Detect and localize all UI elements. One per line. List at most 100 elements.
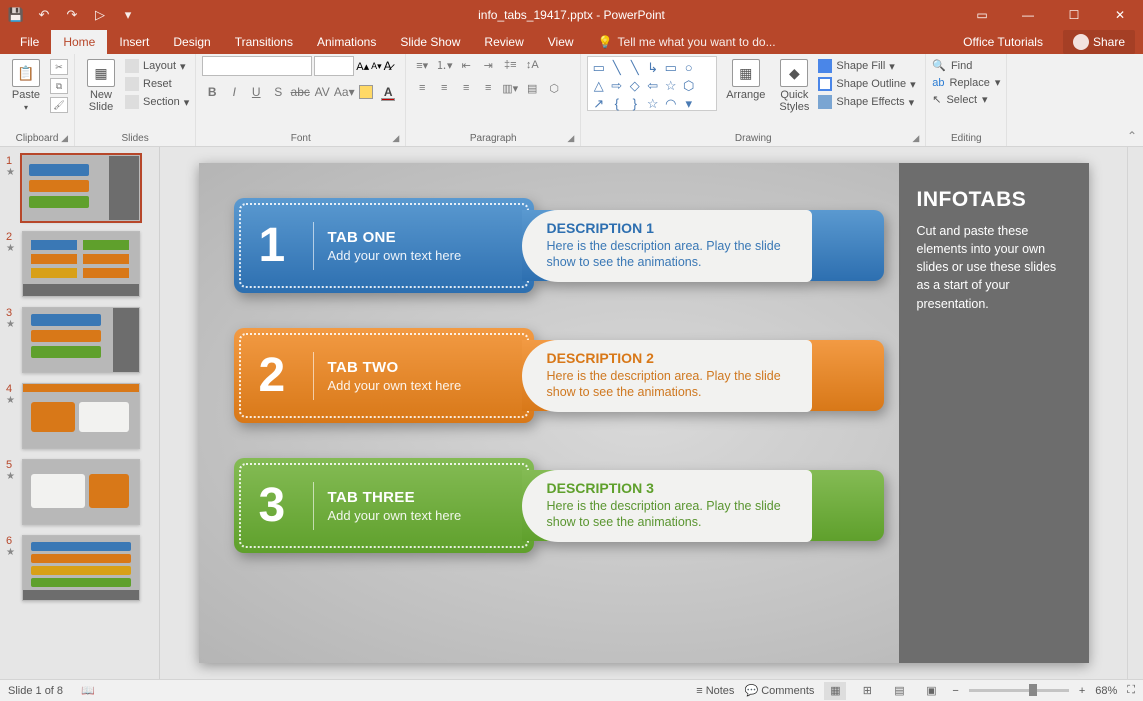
tab-slideshow[interactable]: Slide Show	[388, 30, 472, 54]
tab-animations[interactable]: Animations	[305, 30, 388, 54]
sorter-view-icon[interactable]: ⊞	[856, 682, 878, 700]
infotab-row-2[interactable]: 2 TAB TWO Add your own text here DESCRIP…	[234, 328, 884, 423]
replace-button[interactable]: abReplace ▾	[932, 76, 1000, 89]
zoom-slider[interactable]	[969, 689, 1069, 692]
thumbnail-image[interactable]	[22, 231, 140, 297]
increase-indent-button[interactable]: ⇥	[478, 56, 498, 74]
shape-brace-r-icon[interactable]: }	[627, 96, 642, 111]
undo-icon[interactable]: ↶	[36, 7, 52, 23]
share-button[interactable]: Share	[1063, 30, 1135, 54]
shape-oval-icon[interactable]: ○	[681, 60, 696, 75]
collapse-ribbon-icon[interactable]: ⌃	[1121, 54, 1143, 146]
quick-styles-button[interactable]: ◆ Quick Styles	[774, 56, 814, 116]
bullets-button[interactable]: ≡▾	[412, 56, 432, 74]
tab-left-orange[interactable]: 2 TAB TWO Add your own text here	[234, 328, 534, 423]
thumbnail-6[interactable]: 6★	[6, 535, 153, 601]
thumbnail-image[interactable]	[22, 307, 140, 373]
shape-diamond-icon[interactable]: ◇	[627, 78, 642, 93]
tab-design[interactable]: Design	[161, 30, 222, 54]
thumbnail-4[interactable]: 4★	[6, 383, 153, 449]
shadow-button[interactable]: S	[268, 82, 288, 102]
normal-view-icon[interactable]: ▦	[824, 682, 846, 700]
comments-button[interactable]: 💬 Comments	[744, 684, 814, 697]
close-button[interactable]: ✕	[1097, 0, 1143, 29]
thumbnail-image[interactable]	[22, 535, 140, 601]
tab-right-blue[interactable]: DESCRIPTION 1 Here is the description ar…	[522, 198, 884, 293]
decrease-indent-button[interactable]: ⇤	[456, 56, 476, 74]
reading-view-icon[interactable]: ▤	[888, 682, 910, 700]
tab-transitions[interactable]: Transitions	[223, 30, 305, 54]
zoom-in-button[interactable]: +	[1079, 685, 1085, 697]
tab-home[interactable]: Home	[51, 30, 107, 54]
shapes-gallery[interactable]: ▭ ╲ ╲ ↳ ▭ ○ △ ⇨ ◇ ⇦ ☆ ⬡ ↗ { } ☆ ◠ ▾	[587, 56, 717, 111]
font-color-button[interactable]: A	[378, 82, 398, 102]
layout-button[interactable]: Layout ▾	[125, 59, 189, 73]
new-slide-button[interactable]: ▦ New Slide	[81, 56, 121, 116]
infotab-row-1[interactable]: 1 TAB ONE Add your own text here DESCRIP…	[234, 198, 884, 293]
clear-format-icon[interactable]: A̷	[384, 59, 392, 73]
slide-thumbnail-panel[interactable]: 1★ 2★ 3★	[0, 147, 160, 679]
strike-button[interactable]: abc	[290, 82, 310, 102]
columns-button[interactable]: ▥▾	[500, 79, 520, 97]
shape-arrow-icon[interactable]: ⇨	[609, 78, 624, 93]
font-family-select[interactable]	[202, 56, 312, 76]
shape-line2-icon[interactable]: ╲	[627, 60, 642, 75]
zoom-level[interactable]: 68%	[1095, 685, 1117, 697]
decrease-font-icon[interactable]: A▾	[371, 61, 382, 72]
cut-button[interactable]: ✂	[50, 59, 68, 75]
reset-button[interactable]: Reset	[125, 77, 189, 91]
paste-button[interactable]: 📋 Paste ▾	[6, 56, 46, 115]
smartart-button[interactable]: ⬡	[544, 79, 564, 97]
shape-triangle-icon[interactable]: △	[591, 78, 606, 93]
vertical-scrollbar[interactable]	[1127, 147, 1143, 679]
infotab-row-3[interactable]: 3 TAB THREE Add your own text here DESCR…	[234, 458, 884, 553]
clipboard-dialog-icon[interactable]: ◢	[61, 133, 68, 144]
arrange-button[interactable]: ▦ Arrange	[721, 56, 770, 104]
thumbnail-3[interactable]: 3★	[6, 307, 153, 373]
tab-right-green[interactable]: DESCRIPTION 3 Here is the description ar…	[522, 458, 884, 553]
bold-button[interactable]: B	[202, 82, 222, 102]
shape-effects-button[interactable]: Shape Effects ▾	[818, 95, 915, 109]
find-button[interactable]: 🔍Find	[932, 59, 1000, 72]
slide[interactable]: 1 TAB ONE Add your own text here DESCRIP…	[199, 163, 1089, 663]
tab-insert[interactable]: Insert	[107, 30, 161, 54]
thumbnail-image[interactable]	[22, 459, 140, 525]
slide-canvas[interactable]: 1 TAB ONE Add your own text here DESCRIP…	[160, 147, 1127, 679]
italic-button[interactable]: I	[224, 82, 244, 102]
tab-file[interactable]: File	[8, 30, 51, 54]
shape-line-icon[interactable]: ╲	[609, 60, 624, 75]
numbering-button[interactable]: ⒈▾	[434, 56, 454, 74]
font-size-select[interactable]	[314, 56, 354, 76]
ribbon-display-icon[interactable]: ▭	[959, 0, 1005, 29]
section-button[interactable]: Section ▾	[125, 95, 189, 109]
justify-button[interactable]: ≡	[478, 79, 498, 97]
save-icon[interactable]: 💾	[8, 7, 24, 23]
shape-connector-icon[interactable]: ↳	[645, 60, 660, 75]
shape-arrowl-icon[interactable]: ↗	[591, 96, 606, 111]
align-center-button[interactable]: ≡	[434, 79, 454, 97]
spacing-button[interactable]: AV	[312, 82, 332, 102]
underline-button[interactable]: U	[246, 82, 266, 102]
shape-outline-button[interactable]: Shape Outline ▾	[818, 77, 915, 91]
slideshow-view-icon[interactable]: ▣	[920, 682, 942, 700]
drawing-dialog-icon[interactable]: ◢	[912, 133, 919, 144]
shape-callout-icon[interactable]: ☆	[645, 96, 660, 111]
tab-review[interactable]: Review	[472, 30, 535, 54]
office-tutorials-link[interactable]: Office Tutorials	[951, 30, 1055, 54]
thumbnail-image[interactable]	[22, 155, 140, 221]
align-right-button[interactable]: ≡	[456, 79, 476, 97]
spell-check-icon[interactable]: 📖	[81, 684, 95, 697]
tab-left-blue[interactable]: 1 TAB ONE Add your own text here	[234, 198, 534, 293]
font-dialog-icon[interactable]: ◢	[392, 133, 399, 144]
slide-sidebar[interactable]: INFOTABS Cut and paste these elements in…	[899, 163, 1089, 663]
text-direction-button[interactable]: ↕A	[522, 56, 542, 74]
align-left-button[interactable]: ≡	[412, 79, 432, 97]
zoom-handle[interactable]	[1029, 684, 1037, 696]
align-text-button[interactable]: ▤	[522, 79, 542, 97]
zoom-out-button[interactable]: −	[952, 685, 958, 697]
format-painter-button[interactable]: 🖌	[50, 97, 68, 113]
tab-right-orange[interactable]: DESCRIPTION 2 Here is the description ar…	[522, 328, 884, 423]
redo-icon[interactable]: ↷	[64, 7, 80, 23]
shape-arc-icon[interactable]: ◠	[663, 96, 678, 111]
highlight-button[interactable]	[356, 82, 376, 102]
